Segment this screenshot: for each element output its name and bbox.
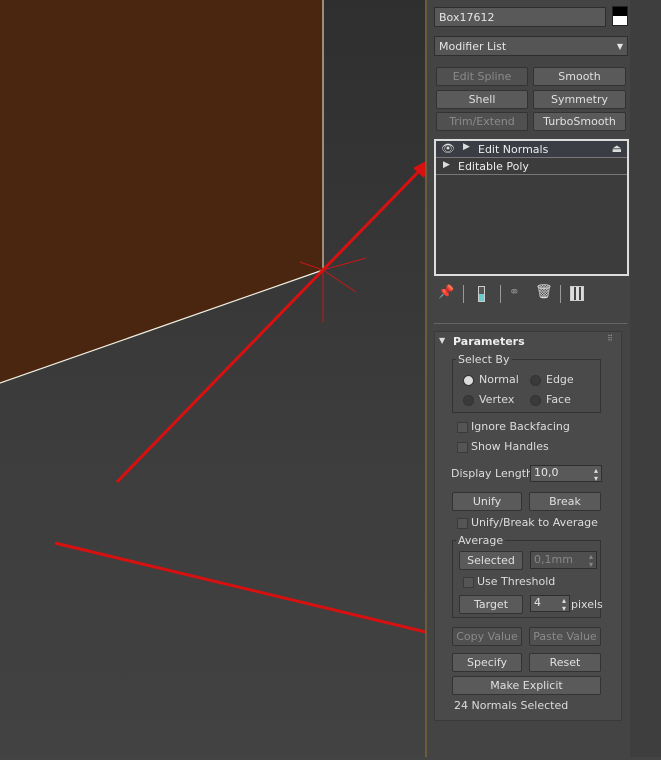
spinner-arrows-icon[interactable]: ▴ ▾ [562, 597, 566, 613]
radio-label: Face [546, 393, 571, 406]
expand-triangle-icon[interactable]: ▶ [463, 142, 470, 152]
ignore-backfacing-checkbox[interactable]: Ignore Backfacing [457, 420, 570, 433]
break-button[interactable]: Break [529, 492, 601, 511]
show-handles-checkbox[interactable]: Show Handles [457, 440, 549, 453]
spinner-value: 0,1mm [534, 553, 573, 566]
radio-label: Vertex [479, 393, 515, 406]
modifier-button-shell[interactable]: Shell [436, 90, 528, 109]
collapse-triangle-icon[interactable]: ▼ [439, 336, 445, 345]
viewport-divider[interactable] [425, 0, 427, 757]
stack-item-edit-normals[interactable]: 👁 ▶ Edit Normals ⏏ [436, 141, 627, 158]
pin-stack-icon[interactable]: ⏏ [612, 142, 622, 155]
radio-vertex[interactable]: Vertex [463, 393, 514, 406]
checkbox-label: Use Threshold [477, 575, 556, 588]
display-length-spinner[interactable]: 10,0 ▴ ▾ [530, 465, 602, 483]
rollout-title[interactable]: Parameters [453, 335, 525, 348]
expand-triangle-icon[interactable]: ▶ [443, 160, 450, 170]
trash-icon[interactable]: 🗑 [535, 284, 553, 300]
grip-icon[interactable]: ⠿ [607, 334, 613, 343]
selected-button[interactable]: Selected [459, 551, 523, 570]
panel-scroll-area[interactable] [630, 0, 661, 757]
stack-item-label: Editable Poly [458, 160, 529, 173]
modifier-stack[interactable]: 👁 ▶ Edit Normals ⏏ ▶ Editable Poly [434, 139, 629, 276]
modifier-list-dropdown[interactable]: Modifier List ▼ [434, 36, 628, 56]
copy-value-button[interactable]: Copy Value [452, 627, 522, 646]
modifier-button-smooth[interactable]: Smooth [533, 67, 626, 86]
selection-status: 24 Normals Selected [454, 699, 569, 712]
viewport[interactable] [0, 0, 542, 757]
viewport-scene [0, 0, 542, 664]
checkbox-label: Show Handles [471, 440, 549, 453]
modifier-button-edit-spline[interactable]: Edit Spline [436, 67, 528, 86]
object-name-field[interactable]: Box17612 [434, 7, 606, 27]
configure-sets-icon[interactable] [570, 286, 584, 301]
make-unique-icon[interactable]: ⚭ [509, 285, 520, 300]
target-spinner[interactable]: 4 ▴ ▾ [530, 595, 570, 613]
stack-item-editable-poly[interactable]: ▶ Editable Poly [436, 158, 627, 175]
radio-edge[interactable]: Edge [530, 373, 574, 386]
spinner-value: 4 [534, 596, 541, 609]
modifier-button-symmetry[interactable]: Symmetry [533, 90, 626, 109]
chevron-down-icon: ▼ [616, 42, 623, 51]
show-end-result-icon[interactable] [478, 286, 485, 302]
checkbox-label: Unify/Break to Average [471, 516, 598, 529]
modifier-button-trim-extend[interactable]: Trim/Extend [436, 112, 528, 131]
average-label: Average [456, 534, 506, 547]
modifier-button-turbosmooth[interactable]: TurboSmooth [533, 112, 626, 131]
object-color-swatch[interactable] [612, 6, 628, 26]
splitter[interactable] [434, 323, 627, 324]
radio-normal[interactable]: Normal [463, 373, 519, 386]
use-threshold-checkbox[interactable]: Use Threshold [463, 575, 555, 588]
spinner-arrows-icon[interactable]: ▴ ▾ [594, 467, 598, 483]
radio-face[interactable]: Face [530, 393, 571, 406]
radio-label: Edge [546, 373, 574, 386]
paste-value-button[interactable]: Paste Value [529, 627, 601, 646]
display-length-label: Display Length: [451, 467, 537, 480]
target-button[interactable]: Target [459, 595, 523, 614]
radio-label: Normal [479, 373, 519, 386]
stack-item-label: Edit Normals [478, 143, 549, 156]
pixels-label: pixels [571, 598, 603, 611]
object-face [0, 0, 323, 383]
select-by-label: Select By [456, 353, 512, 366]
specify-button[interactable]: Specify [452, 653, 522, 672]
modifier-list-label: Modifier List [439, 40, 507, 53]
checkbox-label: Ignore Backfacing [471, 420, 570, 433]
spinner-value: 10,0 [534, 466, 559, 479]
unify-break-average-checkbox[interactable]: Unify/Break to Average [457, 516, 598, 529]
spinner-arrows-icon: ▴ ▾ [588, 552, 593, 569]
make-explicit-button[interactable]: Make Explicit [452, 676, 601, 695]
eye-icon[interactable]: 👁 [441, 142, 455, 155]
threshold-spinner[interactable]: 0,1mm ▴ ▾ [530, 551, 597, 569]
pin-icon[interactable]: 📌 [438, 285, 454, 300]
reset-button[interactable]: Reset [529, 653, 601, 672]
unify-button[interactable]: Unify [452, 492, 522, 511]
